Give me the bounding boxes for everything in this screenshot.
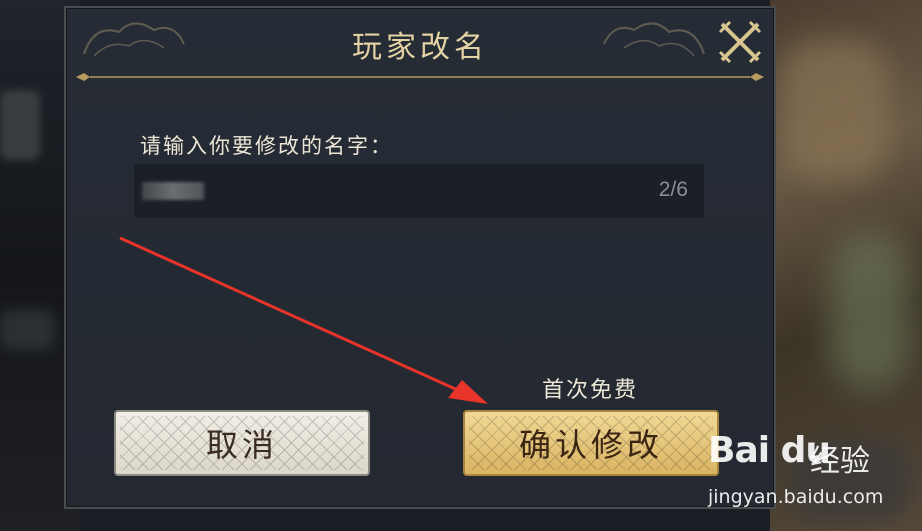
name-input[interactable]: 2/6 xyxy=(134,164,704,218)
title-divider xyxy=(76,73,764,81)
cancel-button[interactable]: 取消 xyxy=(114,410,370,476)
watermark-url: jingyan.baidu.com xyxy=(708,486,884,508)
dialog-title-bar: 玩家改名 xyxy=(66,8,774,81)
confirm-rename-button[interactable]: 确认修改 xyxy=(463,410,719,476)
background-blob xyxy=(830,230,910,390)
watermark-cn: 经验 xyxy=(810,444,870,479)
close-icon[interactable] xyxy=(716,18,764,66)
char-counter: 2/6 xyxy=(658,178,688,201)
cancel-button-label: 取消 xyxy=(205,426,278,464)
background-blob xyxy=(0,90,40,160)
confirm-button-label: 确认修改 xyxy=(518,426,663,464)
background-blob xyxy=(780,40,890,180)
baidu-watermark: Bai du 经验 jingyan.baidu.com xyxy=(700,430,910,520)
background-blob xyxy=(0,310,55,350)
rename-prompt: 请输入你要修改的名字： xyxy=(140,134,393,158)
dialog-title: 玩家改名 xyxy=(352,30,488,65)
input-value-redacted xyxy=(142,182,204,200)
rename-dialog: 玩家改名 请输入你要修改的名字： 2/6 首次免费 取消 确认修改 xyxy=(64,6,776,509)
first-time-free-note: 首次免费 xyxy=(542,378,639,403)
